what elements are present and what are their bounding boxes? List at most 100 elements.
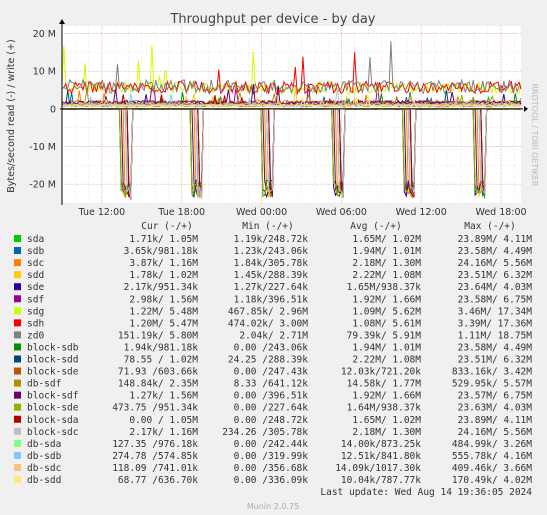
legend-min: 2.04k/ 2.71M bbox=[239, 330, 308, 341]
legend-min: 0.00 /356.68k bbox=[234, 463, 309, 474]
rrdtool-watermark: RRDTOOL / TOBI OETIKER bbox=[530, 83, 539, 186]
legend-max: 23.51M/ 6.32M bbox=[458, 270, 533, 281]
legend-cur: 274.78 /574.85k bbox=[112, 451, 198, 462]
legend-label: block-sde bbox=[27, 367, 79, 378]
x-tick-label: Wed 00:00 bbox=[236, 207, 287, 218]
legend-max: 1.11M/ 18.75M bbox=[458, 330, 533, 341]
legend-avg: 1.09M/ 5.62M bbox=[352, 306, 421, 317]
legend-cur: 1.94k/981.18k bbox=[124, 342, 199, 353]
legend-min: 24.25 /288.39k bbox=[228, 355, 308, 366]
legend-min: 1.19k/248.72k bbox=[234, 234, 309, 245]
col-header-avg: Avg (-/+) bbox=[350, 221, 401, 232]
legend-swatch bbox=[14, 283, 21, 291]
legend-cur: 71.93 /603.66k bbox=[118, 367, 198, 378]
legend-label: block-sdf bbox=[27, 391, 78, 402]
legend-max: 24.16M/ 5.56M bbox=[458, 427, 533, 438]
legend-max: 23.89M/ 4.11M bbox=[458, 234, 533, 245]
legend-max: 23.89M/ 4.11M bbox=[458, 415, 533, 426]
legend-swatch bbox=[14, 439, 21, 447]
munin-version: Munin 2.0.75 bbox=[247, 502, 299, 511]
legend-avg: 1.64M/938.37k bbox=[347, 403, 422, 414]
legend-label: db-sdc bbox=[27, 463, 61, 474]
legend-label: db-sda bbox=[27, 439, 61, 450]
legend-swatch bbox=[14, 403, 21, 411]
legend-avg: 1.92M/ 1.66M bbox=[352, 294, 421, 305]
y-tick-label: 20 M bbox=[33, 29, 56, 40]
legend-max: 24.16M/ 5.56M bbox=[458, 258, 533, 269]
legend-avg: 1.65M/ 1.02M bbox=[352, 234, 421, 245]
legend-cur: 151.19k/ 5.80M bbox=[118, 330, 198, 341]
y-tick-label: -20 M bbox=[29, 180, 56, 191]
legend-swatch bbox=[14, 427, 21, 435]
y-axis-arrow bbox=[59, 19, 65, 24]
legend-swatch bbox=[14, 476, 21, 483]
legend-max: 23.51M/ 6.32M bbox=[458, 355, 533, 366]
legend-label: sde bbox=[27, 282, 44, 293]
legend-swatch bbox=[14, 415, 21, 423]
legend-swatch bbox=[14, 319, 21, 327]
legend-avg: 1.94M/ 1.01M bbox=[352, 342, 421, 353]
legend-max: 3.46M/ 17.34M bbox=[458, 306, 533, 317]
legend-max: 3.39M/ 17.36M bbox=[458, 318, 533, 329]
legend-avg: 14.09k/1017.30k bbox=[335, 463, 421, 474]
legend-max: 23.58M/ 4.49M bbox=[458, 342, 533, 353]
legend-cur: 1.20M/ 5.47M bbox=[129, 318, 198, 329]
legend-swatch bbox=[14, 307, 21, 315]
legend-cur: 78.55 / 1.02M bbox=[124, 355, 199, 366]
legend-min: 0.00 /227.64k bbox=[234, 403, 309, 414]
legend-max: 23.63M/ 4.03M bbox=[458, 403, 533, 414]
legend-min: 1.27k/227.64k bbox=[234, 282, 309, 293]
legend-min: 1.84k/305.78k bbox=[234, 258, 309, 269]
legend-cur: 2.17k/ 1.16M bbox=[129, 427, 198, 438]
legend-avg: 1.94M/ 1.01M bbox=[352, 246, 421, 257]
legend-avg: 1.65M/938.37k bbox=[347, 282, 422, 293]
legend-avg: 12.51k/841.80k bbox=[341, 451, 421, 462]
legend-cur: 1.22M/ 5.48M bbox=[129, 306, 198, 317]
legend-min: 1.18k/396.51k bbox=[234, 294, 309, 305]
legend-min: 0.00 /247.43k bbox=[234, 367, 309, 378]
legend-max: 555.78k/ 4.16M bbox=[452, 451, 532, 462]
legend-avg: 2.18M/ 1.30M bbox=[352, 427, 421, 438]
legend-avg: 2.18M/ 1.30M bbox=[352, 258, 421, 269]
legend-cur: 118.09 /741.01k bbox=[112, 463, 198, 474]
legend-max: 23.58M/ 4.49M bbox=[458, 246, 533, 257]
x-tick-label: Wed 06:00 bbox=[316, 207, 367, 218]
legend-min: 1.23k/243.06k bbox=[234, 246, 309, 257]
legend-label: sdb bbox=[27, 246, 44, 257]
legend-label: db-sdb bbox=[27, 451, 62, 462]
x-tick-label: Tue 12:00 bbox=[78, 207, 126, 218]
legend-avg: 10.04k/787.77k bbox=[341, 475, 421, 486]
legend-max: 484.99k/ 3.26M bbox=[452, 439, 532, 450]
legend-avg: 1.92M/ 1.66M bbox=[352, 391, 421, 402]
legend-min: 0.00 /396.51k bbox=[234, 391, 309, 402]
legend-cur: 127.35 /976.18k bbox=[112, 439, 198, 450]
x-tick-label: Tue 18:00 bbox=[157, 207, 205, 218]
legend-max: 833.16k/ 3.42M bbox=[452, 367, 532, 378]
legend-max: 23.58M/ 6.75M bbox=[458, 294, 533, 305]
legend-swatch bbox=[14, 367, 21, 375]
legend-min: 474.02k/ 3.00M bbox=[228, 318, 308, 329]
legend-avg: 79.39k/ 5.91M bbox=[347, 330, 422, 341]
y-tick-label: -10 M bbox=[29, 142, 56, 153]
y-axis-label: Bytes/second read (-) / write (+) bbox=[6, 39, 17, 193]
legend-cur: 1.78k/ 1.02M bbox=[129, 270, 198, 281]
x-tick-label: Wed 18:00 bbox=[475, 207, 526, 218]
legend-swatch bbox=[14, 247, 21, 255]
legend-label: zd0 bbox=[27, 330, 44, 341]
legend-min: 1.45k/288.39k bbox=[234, 270, 309, 281]
legend-avg: 1.65M/ 1.02M bbox=[352, 415, 421, 426]
chart-title: Throughput per device - by day bbox=[169, 12, 375, 27]
legend-min: 467.85k/ 2.96M bbox=[228, 306, 308, 317]
legend-swatch bbox=[14, 235, 21, 242]
legend-swatch bbox=[14, 379, 21, 387]
legend-cur: 0.00 / 1.05M bbox=[129, 415, 198, 426]
y-tick-label: 10 M bbox=[33, 67, 56, 78]
legend-avg: 2.22M/ 1.08M bbox=[352, 270, 421, 281]
legend-avg: 14.58k/ 1.77M bbox=[347, 379, 422, 390]
legend-avg: 12.03k/721.20k bbox=[341, 367, 421, 378]
legend-min: 0.00 /248.72k bbox=[234, 415, 309, 426]
legend-max: 170.49k/ 4.02M bbox=[452, 475, 532, 486]
legend-label: sdd bbox=[27, 270, 44, 281]
legend-min: 234.26 /305.78k bbox=[222, 427, 308, 438]
legend-label: block-sdd bbox=[27, 355, 78, 366]
